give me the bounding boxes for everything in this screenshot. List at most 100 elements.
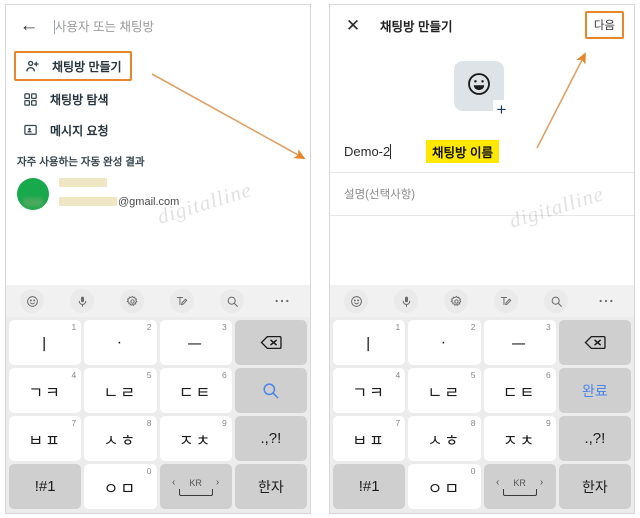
key-ㄱㅋ[interactable]: ㄱㅋ 4 — [9, 368, 82, 413]
emoji-icon[interactable] — [344, 289, 368, 313]
keyboard-keys-left: ㅣ 1 · 2 ㅡ 3 ㄱㅋ 4 ㄴㄹ 5 ㄷㅌ 6 ㅂㅍ 7 ㅅㅎ 8 ㅈㅊ 9.,?! !#1 ㅇㅁ 0 ‹ KR › 한자 — [6, 317, 310, 513]
hanja-key[interactable]: 한자 — [234, 464, 307, 509]
room-description-input[interactable]: 설명(선택사항) — [344, 186, 415, 202]
key-number-hint: 8 — [146, 418, 152, 428]
key-ㅅㅎ[interactable]: ㅅㅎ 8 — [408, 416, 481, 461]
keyboard-toolbar — [6, 285, 310, 317]
key-ㄷㅌ[interactable]: ㄷㅌ 6 — [483, 368, 556, 413]
key-number-hint: 8 — [470, 418, 476, 428]
key-ㄴㄹ[interactable]: ㄴㄹ 5 — [408, 368, 481, 413]
key-number-hint: 0 — [470, 466, 476, 476]
key-number-hint: 3 — [546, 322, 551, 332]
key-ㅅㅎ[interactable]: ㅅㅎ 8 — [84, 416, 157, 461]
key-·[interactable]: · 2 — [84, 320, 157, 365]
key-number-hint: 5 — [146, 370, 152, 380]
key-ㅈㅊ[interactable]: ㅈㅊ 9 — [159, 416, 232, 461]
search-key[interactable] — [234, 368, 307, 413]
keyboard-row: ㅂㅍ 7 ㅅㅎ 8 ㅈㅊ 9.,?! — [333, 416, 631, 461]
right-phone-panel: ✕ 채팅방 만들기 다음 + Demo-2 채팅방 이름 설명(선택사항) ㅣ … — [329, 4, 635, 514]
keyboard-row: ㅂㅍ 7 ㅅㅎ 8 ㅈㅊ 9.,?! — [9, 416, 307, 461]
keyboard-row: ㄱㅋ 4 ㄴㄹ 5 ㄷㅌ 6 — [9, 368, 307, 413]
room-avatar-picker[interactable]: + — [453, 61, 511, 118]
key-number-hint: 7 — [71, 418, 77, 428]
key-ㅈㅊ[interactable]: ㅈㅊ 9 — [483, 416, 556, 461]
key-number-hint: 6 — [222, 370, 227, 380]
key-number-hint: 0 — [146, 466, 152, 476]
sidebar-item-label: 메시지 요청 — [50, 124, 109, 138]
key-number-hint: 4 — [71, 370, 77, 380]
screenshot-canvas: ← 사용자 또는 채팅방 채팅방 만들기 채팅방 탐색 메시지 요청 자주 사용… — [0, 0, 640, 518]
key-number-hint: 1 — [395, 322, 401, 332]
left-phone-panel: ← 사용자 또는 채팅방 채팅방 만들기 채팅방 탐색 메시지 요청 자주 사용… — [5, 4, 311, 514]
done-key[interactable]: 완료 — [558, 368, 631, 413]
key-number-hint: 9 — [546, 418, 551, 428]
sidebar-item-browse-rooms[interactable]: 채팅방 탐색 — [6, 84, 310, 115]
avatar-picker-wrap: + — [330, 45, 634, 118]
add-photo-plus-icon[interactable]: + — [492, 100, 511, 118]
text-caret — [390, 143, 392, 159]
key-ㅣ[interactable]: ㅣ1 — [333, 320, 406, 365]
right-appbar: ✕ 채팅방 만들기 다음 — [330, 5, 634, 45]
key-ㅇㅁ[interactable]: ㅇㅁ 0 — [84, 464, 157, 509]
room-name-field-row[interactable]: Demo-2 채팅방 이름 — [330, 130, 634, 173]
search-icon[interactable] — [544, 289, 568, 313]
close-x-icon[interactable]: ✕ — [340, 12, 366, 38]
punctuation-key[interactable]: .,?! — [558, 416, 631, 461]
sidebar-item-label: 채팅방 만들기 — [52, 59, 122, 74]
key-ㅡ[interactable]: ㅡ3 — [483, 320, 556, 365]
search-icon[interactable] — [220, 289, 244, 313]
left-keyboard: ㅣ 1 · 2 ㅡ 3 ㄱㅋ 4 ㄴㄹ 5 ㄷㅌ 6 ㅂㅍ 7 ㅅㅎ 8 ㅈㅊ 9.,?! !#1 ㅇㅁ 0 ‹ KR › 한자 — [6, 285, 310, 513]
key-·[interactable]: · 2 — [408, 320, 481, 365]
sidebar-item-create-room[interactable]: 채팅방 만들기 — [14, 51, 132, 81]
key-number-hint: 2 — [146, 322, 152, 332]
sidebar-item-message-requests[interactable]: 메시지 요청 — [6, 115, 310, 146]
key-ㅡ[interactable]: ㅡ3 — [159, 320, 232, 365]
left-menu-list: 채팅방 만들기 채팅방 탐색 메시지 요청 — [6, 45, 310, 146]
smiley-face-icon — [466, 71, 492, 102]
keyboard-row: !#1 ㅇㅁ 0 ‹ KR › 한자 — [9, 464, 307, 509]
more-options-icon[interactable] — [270, 289, 294, 313]
microphone-icon[interactable] — [394, 289, 418, 313]
key-ㄱㅋ[interactable]: ㄱㅋ 4 — [333, 368, 406, 413]
key-number-hint: 1 — [71, 322, 77, 332]
symbols-key[interactable]: !#1 — [333, 464, 406, 509]
key-ㄷㅌ[interactable]: ㄷㅌ 6 — [159, 368, 232, 413]
handwriting-icon[interactable] — [494, 289, 518, 313]
room-name-annotation: 채팅방 이름 — [426, 139, 499, 163]
key-ㅣ[interactable]: ㅣ1 — [9, 320, 82, 365]
sidebar-item-label: 채팅방 탐색 — [50, 93, 109, 107]
settings-gear-icon[interactable] — [444, 289, 468, 313]
keyboard-row: ㄱㅋ 4 ㄴㄹ 5 ㄷㅌ 6 완료 — [333, 368, 631, 413]
key-number-hint: 7 — [395, 418, 401, 428]
key-ㅇㅁ[interactable]: ㅇㅁ 0 — [408, 464, 481, 509]
symbols-key[interactable]: !#1 — [9, 464, 82, 509]
more-options-icon[interactable] — [594, 289, 618, 313]
settings-gear-icon[interactable] — [120, 289, 144, 313]
hanja-key[interactable]: 한자 — [558, 464, 631, 509]
key-ㅂㅍ[interactable]: ㅂㅍ 7 — [333, 416, 406, 461]
search-input[interactable]: 사용자 또는 채팅방 — [54, 16, 300, 35]
message-request-icon — [16, 123, 44, 138]
space-key[interactable]: ‹ KR › — [483, 464, 556, 509]
search-placeholder-text: 사용자 또는 채팅방 — [55, 19, 154, 34]
avatar — [17, 178, 49, 210]
keyboard-toolbar — [330, 285, 634, 317]
key-number-hint: 9 — [222, 418, 227, 428]
room-name-input[interactable]: Demo-2 — [344, 144, 390, 159]
key-ㄴㄹ[interactable]: ㄴㄹ 5 — [84, 368, 157, 413]
key-ㅂㅍ[interactable]: ㅂㅍ 7 — [9, 416, 82, 461]
backspace-key[interactable] — [234, 320, 307, 365]
next-button[interactable]: 다음 — [584, 11, 624, 39]
punctuation-key[interactable]: .,?! — [234, 416, 307, 461]
emoji-icon[interactable] — [20, 289, 44, 313]
keyboard-row: ㅣ 1 · 2 ㅡ 3 — [333, 320, 631, 365]
handwriting-icon[interactable] — [170, 289, 194, 313]
microphone-icon[interactable] — [70, 289, 94, 313]
right-keyboard: ㅣ 1 · 2 ㅡ 3 ㄱㅋ 4 ㄴㄹ 5 ㄷㅌ 6 완료 ㅂㅍ 7 ㅅㅎ 8 ㅈㅊ 9.,?! !#1 ㅇㅁ 0 ‹ KR ›… — [330, 285, 634, 513]
key-number-hint: 6 — [546, 370, 551, 380]
backspace-key[interactable] — [558, 320, 631, 365]
key-number-hint: 4 — [395, 370, 401, 380]
keyboard-row: ㅣ 1 · 2 ㅡ 3 — [9, 320, 307, 365]
space-key[interactable]: ‹ KR › — [159, 464, 232, 509]
back-arrow-icon[interactable]: ← — [16, 12, 42, 38]
